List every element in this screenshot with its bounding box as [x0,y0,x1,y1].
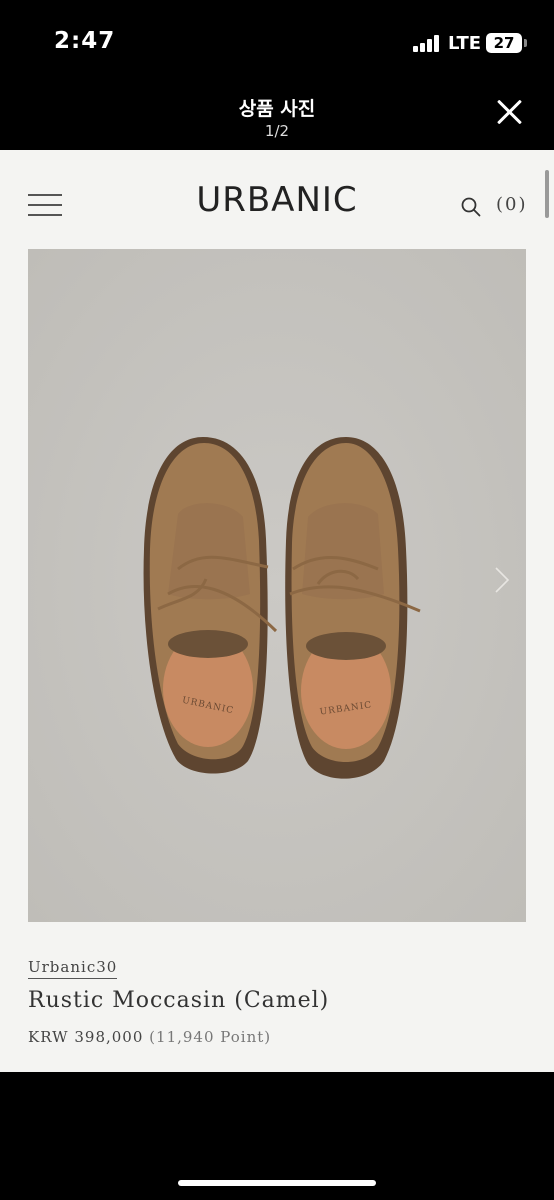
left-shoe [143,437,278,774]
battery-tip [524,39,527,47]
close-icon[interactable] [494,96,526,128]
signal-icon [413,35,443,52]
product-price: KRW 398,000 [28,1028,144,1046]
product-brand-link[interactable]: Urbanic30 [28,958,118,979]
price-line: KRW 398,000 (11,940 Point) [28,1028,271,1046]
status-time: 2:47 [54,28,116,54]
status-bar: 2:47 LTE 27 [0,0,554,88]
modal-header: 상품 사진 1/2 [0,88,554,150]
chevron-right-icon[interactable] [493,566,511,594]
product-page: URBANIC (0) URBANIC URBANIC Urbanic30 Ru… [0,150,554,1072]
search-icon[interactable] [461,197,481,217]
modal-title: 상품 사진 [238,98,316,120]
product-name: Rustic Moccasin (Camel) [28,988,330,1013]
product-image[interactable]: URBANIC URBANIC [28,249,526,922]
product-points: (11,940 Point) [149,1028,272,1046]
battery-icon: 27 [486,33,522,53]
cart-count[interactable]: (0) [496,194,528,215]
network-label: LTE [448,33,482,54]
shoe-photo [28,249,526,922]
home-indicator[interactable] [178,1180,376,1186]
image-counter: 1/2 [264,122,290,140]
